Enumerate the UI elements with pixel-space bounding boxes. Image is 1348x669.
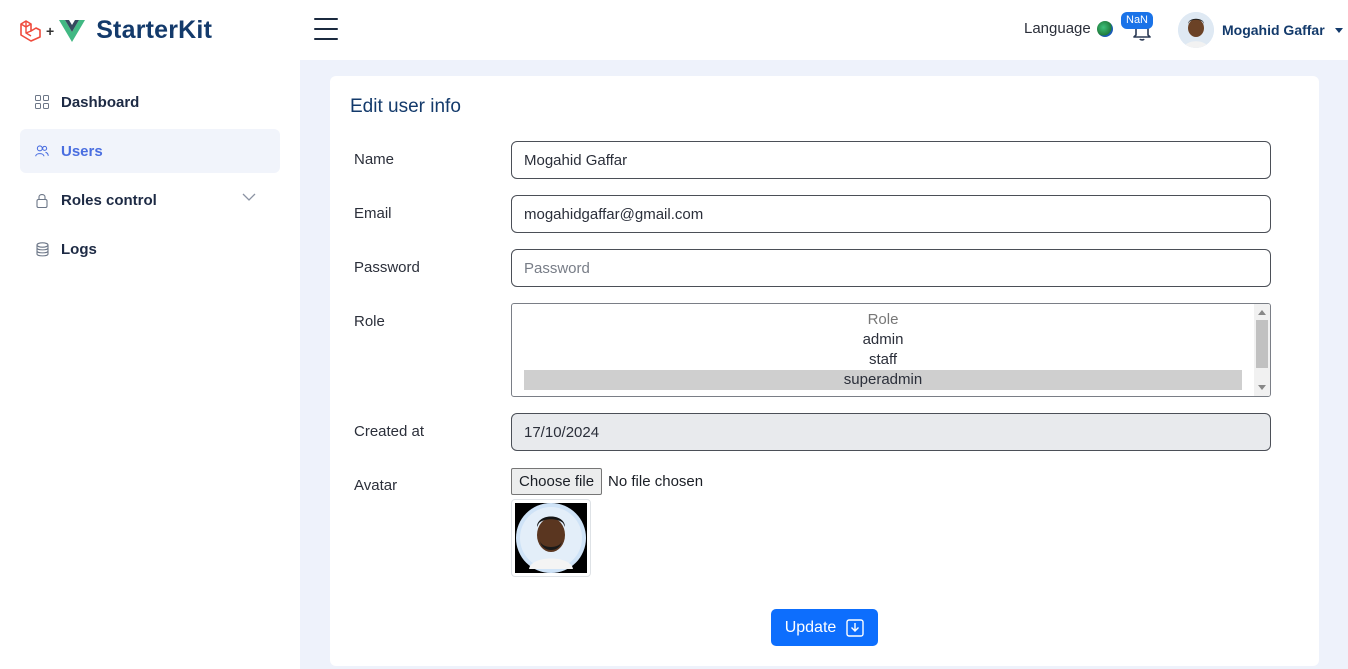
menu-line	[314, 18, 338, 20]
vue-icon	[59, 19, 86, 42]
top-header: + StarterKit Language NaN Mogahid Gaffar	[0, 0, 1348, 60]
edit-user-card: Edit user info Name Mogahid Gaffar Email…	[330, 76, 1319, 666]
caret-down-icon	[1334, 28, 1343, 33]
password-label: Password	[354, 259, 420, 276]
avatar	[1178, 12, 1214, 48]
role-option[interactable]: admin	[524, 330, 1242, 350]
sidebar-item-label: Logs	[61, 240, 97, 258]
sidebar: Dashboard Users Roles control Logs	[0, 60, 300, 669]
sidebar-item-roles-control[interactable]: Roles control	[20, 178, 280, 222]
brand-name: StarterKit	[96, 16, 213, 44]
sidebar-item-label: Roles control	[61, 191, 157, 209]
user-portrait-icon	[515, 503, 587, 573]
choose-file-button[interactable]: Choose file	[511, 468, 603, 495]
chevron-down-icon	[242, 193, 256, 201]
menu-line	[314, 28, 338, 30]
avatar-preview	[511, 499, 591, 577]
grid-icon	[35, 95, 49, 109]
users-icon	[35, 144, 49, 158]
role-option[interactable]: staff	[524, 350, 1242, 370]
lock-icon	[35, 193, 49, 208]
laravel-icon	[20, 19, 41, 42]
avatar-label: Avatar	[354, 477, 398, 494]
name-field[interactable]: Mogahid Gaffar	[511, 141, 1271, 179]
notification-badge: NaN	[1121, 12, 1154, 29]
scroll-down-icon[interactable]	[1258, 385, 1266, 390]
user-menu[interactable]: Mogahid Gaffar	[1178, 12, 1343, 48]
role-option-selected[interactable]: superadmin	[524, 370, 1242, 390]
name-label: Name	[354, 151, 395, 168]
menu-line	[314, 38, 338, 40]
globe-icon	[1096, 20, 1113, 37]
sidebar-item-users[interactable]: Users	[20, 129, 280, 173]
update-button[interactable]: Update	[771, 609, 878, 646]
sidebar-item-logs[interactable]: Logs	[20, 227, 280, 271]
avatar-image	[515, 503, 587, 573]
update-label: Update	[784, 618, 837, 636]
role-label: Role	[354, 313, 385, 330]
user-portrait-icon	[1178, 12, 1214, 48]
sidebar-item-label: Dashboard	[61, 93, 140, 111]
avatar-file-input[interactable]: Choose file No file chosen	[511, 468, 703, 495]
language-selector[interactable]: Language	[1024, 20, 1113, 37]
sidebar-item-label: Users	[61, 142, 103, 160]
scroll-thumb[interactable]	[1256, 320, 1268, 368]
language-label: Language	[1024, 20, 1091, 37]
menu-toggle-button[interactable]	[314, 18, 338, 40]
brand-plus: +	[46, 22, 55, 39]
password-field[interactable]: Password	[511, 249, 1271, 287]
sidebar-item-dashboard[interactable]: Dashboard	[20, 80, 280, 124]
database-icon	[35, 241, 49, 256]
brand-logo[interactable]: + StarterKit	[18, 16, 212, 45]
email-label: Email	[354, 205, 392, 222]
page-title: Edit user info	[350, 96, 461, 117]
created-at-field: 17/10/2024	[511, 413, 1271, 451]
role-scrollbar[interactable]	[1254, 304, 1270, 396]
file-status: No file chosen	[608, 473, 704, 490]
created-label: Created at	[354, 423, 425, 440]
email-field[interactable]: mogahidgaffar@gmail.com	[511, 195, 1271, 233]
role-select[interactable]: Role admin staff superadmin	[511, 303, 1271, 397]
role-option[interactable]: Role	[524, 310, 1242, 330]
scroll-up-icon[interactable]	[1258, 310, 1266, 315]
save-download-icon	[846, 618, 864, 637]
user-name: Mogahid Gaffar	[1222, 22, 1325, 38]
